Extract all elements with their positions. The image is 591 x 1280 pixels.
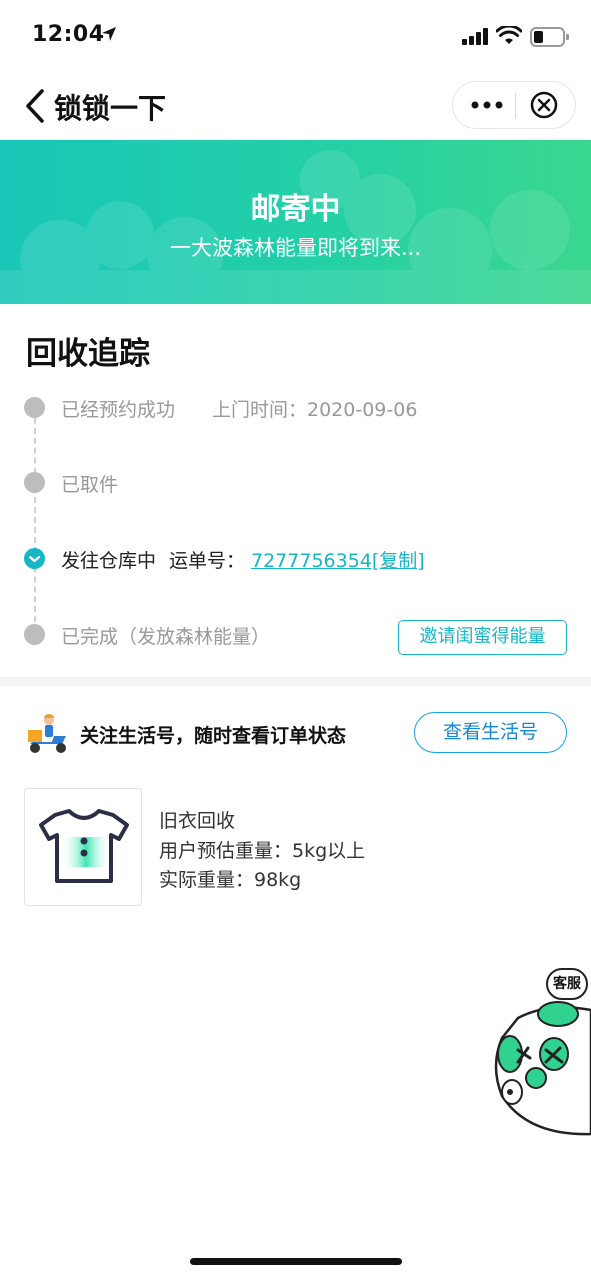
timeline-dot — [24, 624, 45, 645]
signal-icon — [462, 28, 488, 45]
banner-subtitle: 一大波森林能量即将到来... — [169, 236, 422, 260]
follow-prompt: 关注生活号，随时查看订单状态 — [80, 725, 347, 747]
step-label: 已经预约成功 — [61, 399, 176, 421]
status-banner: 邮寄中 一大波森林能量即将到来... — [0, 140, 591, 304]
battery-icon — [530, 27, 569, 47]
check-icon — [24, 548, 45, 569]
invite-friend-button[interactable]: 邀请闺蜜得能量 — [398, 620, 567, 655]
view-life-account-button[interactable]: 查看生活号 — [414, 712, 567, 753]
close-circle-icon[interactable] — [516, 82, 576, 128]
page-title: 锁锁一下 — [54, 92, 167, 125]
shirt-icon — [39, 809, 129, 883]
estimated-weight: 用户预估重量：5kg以上 — [159, 840, 366, 862]
item-image — [24, 788, 142, 906]
waybill-label: 运单号： — [169, 550, 246, 572]
status-bar: 12:04 — [0, 0, 591, 74]
location-arrow-icon — [102, 27, 116, 41]
timeline-step-booked: 已经预约成功 上门时间：2020-09-06 — [0, 387, 591, 427]
banner-title: 邮寄中 — [250, 192, 341, 227]
timeline-step-picked-up: 已取件 — [0, 462, 591, 502]
nav-bar: 锁锁一下 — [0, 74, 591, 140]
item-category: 旧衣回收 — [159, 810, 236, 832]
customer-service-button[interactable]: 客服 — [488, 966, 591, 1138]
actual-weight: 实际重量：98kg — [159, 869, 302, 891]
step-label: 发往仓库中 — [61, 550, 157, 572]
step-label: 已完成（发放森林能量） — [61, 626, 271, 648]
timeline-line — [34, 408, 36, 632]
courier-icon — [28, 714, 66, 753]
mini-program-capsule — [452, 81, 576, 129]
tracking-title: 回收追踪 — [26, 336, 150, 372]
panda-icon — [494, 1001, 591, 1136]
step-label: 已取件 — [61, 474, 119, 496]
status-time: 12:04 — [32, 22, 105, 47]
timeline-step-shipping: 发往仓库中 运单号： 7277756354[复制] — [0, 538, 591, 578]
section-divider — [0, 677, 591, 686]
more-icon[interactable] — [453, 82, 515, 128]
wifi-icon — [496, 26, 522, 44]
pickup-time: 上门时间：2020-09-06 — [212, 399, 418, 421]
timeline-dot — [24, 472, 45, 493]
home-indicator — [190, 1258, 402, 1265]
back-icon[interactable] — [22, 88, 50, 124]
timeline-dot — [24, 397, 45, 418]
waybill-number-copy-link[interactable]: 7277756354[复制] — [251, 546, 425, 573]
